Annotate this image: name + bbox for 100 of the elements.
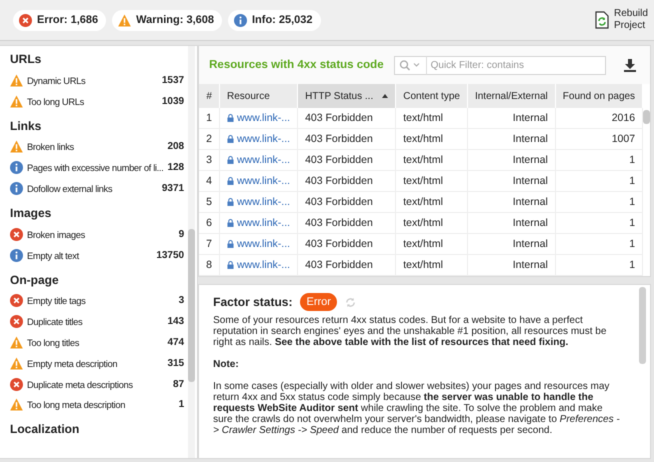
table-cell: text/html <box>403 112 443 124</box>
sidebar-item[interactable]: Duplicate meta descriptions <box>27 378 169 390</box>
download-icon[interactable] <box>624 58 636 72</box>
sidebar-item[interactable]: Too long titles <box>27 337 164 348</box>
resource-link[interactable]: www.link-... <box>236 196 290 208</box>
sidebar-item[interactable]: Too long meta description <box>27 399 175 410</box>
column-header[interactable]: Content type <box>396 84 468 108</box>
table-cell: text/html <box>403 196 443 208</box>
section-title: On-page <box>10 272 60 287</box>
item-count: 128 <box>167 162 184 174</box>
lock-icon <box>226 218 234 226</box>
lock-icon <box>226 176 234 184</box>
table-cell: text/html <box>403 217 443 229</box>
resource-link[interactable]: www.link-... <box>236 174 290 186</box>
error-icon <box>19 14 32 26</box>
table-cell: 403 Forbidden <box>305 112 373 124</box>
item-count: 315 <box>167 358 184 369</box>
item-count: 87 <box>173 378 184 390</box>
item-count: 3 <box>178 295 184 306</box>
item-count: 9371 <box>162 183 184 194</box>
item-count: 1 <box>178 399 184 410</box>
refresh-icon[interactable] <box>344 296 356 308</box>
sidebar-item[interactable]: Broken images <box>27 228 175 240</box>
table-cell: text/html <box>403 238 443 250</box>
scrollbar-thumb[interactable] <box>639 287 646 364</box>
info-icon <box>10 248 23 262</box>
table-cell: Internal <box>512 154 548 166</box>
table-cell: 1 <box>629 217 636 229</box>
item-count: 13750 <box>156 250 184 261</box>
column-header[interactable]: Internal/External <box>467 84 556 108</box>
warning-icon <box>10 74 23 87</box>
rebuild-button[interactable]: Rebuild Project <box>593 6 646 34</box>
item-count: 1537 <box>162 74 184 86</box>
description-text: Note: <box>213 359 240 370</box>
column-header[interactable]: HTTP Status ... <box>298 84 396 108</box>
description-text: In some cases (especially with older and slower websites) your pages and resources may return 4xx and 5xx status code simply because the server was unable to handle the requests WebSite Auditor sent while crawling the site. To solve the problem and make sure the crawls do not overwhelm your server's bandwidth, please navigate to Preferences -> Crawler Settings -> Speed and reduce the number of requests per second. <box>213 381 621 436</box>
scrollbar-thumb[interactable] <box>643 110 650 124</box>
table-cell: 4 <box>206 175 212 187</box>
resource-link[interactable]: www.link-... <box>236 238 290 250</box>
filter-field[interactable]: Quick Filter: contains <box>426 56 606 74</box>
summary-badge[interactable]: Info: 25,032 <box>228 10 321 30</box>
table-cell: 403 Forbidden <box>305 217 373 229</box>
warning-icon <box>10 356 23 370</box>
item-count: 9 <box>178 228 184 240</box>
table-cell: text/html <box>403 175 443 187</box>
search-icon[interactable] <box>394 56 427 74</box>
section-title: Images <box>10 206 52 220</box>
table-cell: text/html <box>403 259 443 271</box>
summary-badge[interactable]: Error: 1,686 <box>13 10 106 30</box>
table-cell: 3 <box>206 154 212 166</box>
sidebar-item[interactable]: Dofollow external links <box>27 183 158 194</box>
table-cell: 1007 <box>612 133 636 145</box>
warning-icon <box>10 336 23 350</box>
column-header[interactable]: # <box>199 84 220 108</box>
table-cell: 403 Forbidden <box>305 154 373 166</box>
table-cell: 8 <box>206 259 212 271</box>
resource-link[interactable]: www.link-... <box>236 112 290 124</box>
status-badge: Error <box>300 293 337 311</box>
section-title: Localization <box>10 422 80 436</box>
item-count: 208 <box>167 141 184 152</box>
table-cell: 6 <box>206 217 212 229</box>
scrollbar-thumb[interactable] <box>188 229 196 382</box>
table-cell: Internal <box>512 112 548 124</box>
sidebar-item[interactable]: Pages with excessive number of li... <box>27 162 164 174</box>
table-cell: 1 <box>629 175 636 187</box>
info-icon <box>10 182 23 196</box>
column-header[interactable]: Found on pages <box>555 84 643 108</box>
table-cell: Internal <box>512 259 548 271</box>
sidebar-item[interactable]: Broken links <box>27 141 164 152</box>
sidebar-item[interactable]: Too long URLs <box>27 96 158 107</box>
section-title: Links <box>10 118 42 133</box>
table-cell: Internal <box>512 196 548 208</box>
table-cell: Internal <box>512 217 548 229</box>
resource-link[interactable]: www.link-... <box>236 154 290 166</box>
sidebar-item[interactable]: Dynamic URLs <box>27 74 158 86</box>
resource-link[interactable]: www.link-... <box>236 258 290 270</box>
sidebar-item[interactable]: Empty alt text <box>27 250 152 261</box>
sort-arrow-icon <box>382 94 388 98</box>
info-icon <box>10 161 23 174</box>
table-cell: 403 Forbidden <box>305 133 373 145</box>
table-cell: 403 Forbidden <box>305 238 373 250</box>
table-cell: 1 <box>629 259 636 271</box>
lock-icon <box>226 156 234 164</box>
sidebar-item[interactable]: Empty meta description <box>27 358 164 369</box>
table-cell: 2 <box>206 133 212 145</box>
summary-badge[interactable]: Warning: 3,608 <box>112 10 222 30</box>
warning-icon <box>10 398 23 412</box>
error-icon <box>10 315 23 328</box>
resource-link[interactable]: www.link-... <box>236 216 290 228</box>
sidebar-item[interactable]: Empty title tags <box>27 295 175 306</box>
sidebar-item[interactable]: Duplicate titles <box>27 316 164 328</box>
resource-link[interactable]: www.link-... <box>236 132 290 144</box>
error-icon <box>10 228 23 241</box>
item-count: 143 <box>167 316 184 328</box>
error-icon <box>10 378 23 391</box>
table-cell: Internal <box>512 133 548 145</box>
lock-icon <box>226 114 234 122</box>
column-header[interactable]: Resource <box>219 84 298 108</box>
scrollbar[interactable] <box>188 46 196 458</box>
lock-icon <box>226 240 234 248</box>
